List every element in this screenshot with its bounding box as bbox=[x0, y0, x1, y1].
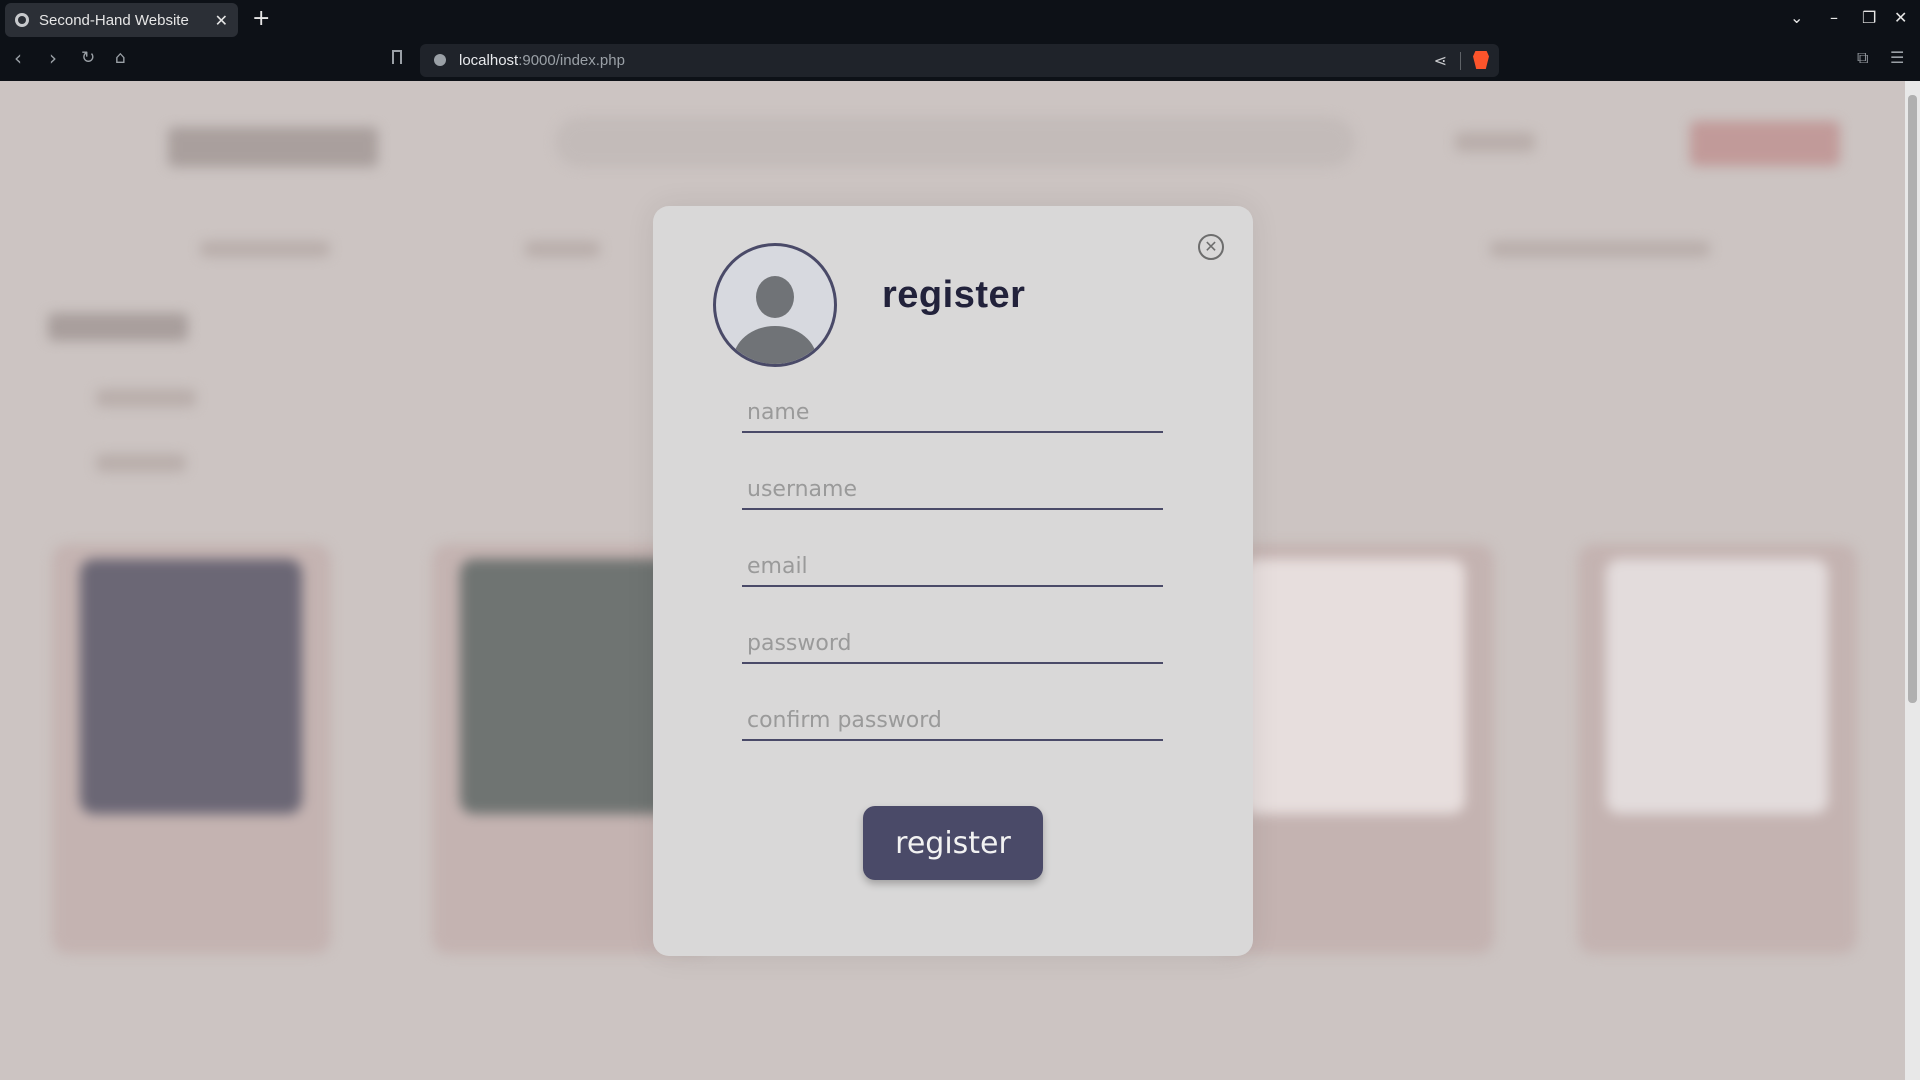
name-field[interactable] bbox=[742, 393, 1163, 433]
product-image bbox=[80, 559, 302, 814]
reload-icon[interactable]: ↻ bbox=[81, 48, 95, 68]
username-field[interactable] bbox=[742, 470, 1163, 510]
page-scrollbar[interactable] bbox=[1905, 81, 1920, 1080]
scrollbar-thumb[interactable] bbox=[1908, 95, 1917, 703]
window-close-icon[interactable]: ✕ bbox=[1894, 8, 1907, 27]
product-image bbox=[1606, 559, 1828, 814]
nav-link bbox=[200, 241, 330, 257]
brave-shield-icon[interactable] bbox=[1473, 51, 1489, 69]
section-heading bbox=[48, 313, 188, 341]
globe-icon bbox=[15, 13, 29, 27]
product-card bbox=[52, 544, 331, 954]
browser-tab-bar: Second-Hand Website ✕ + ⌄ – ❐ ✕ bbox=[0, 0, 1920, 40]
tab-list-chevron-icon[interactable]: ⌄ bbox=[1790, 8, 1803, 27]
new-tab-button[interactable]: + bbox=[252, 6, 270, 31]
browser-toolbar: ‹ › ↻ ⌂ localhost:9000/index.php ⋖ ⧉ ☰ bbox=[0, 40, 1920, 81]
product-card bbox=[1215, 544, 1494, 954]
maximize-icon[interactable]: ❐ bbox=[1862, 8, 1876, 27]
bookmark-icon[interactable] bbox=[392, 50, 402, 64]
site-search-bar bbox=[555, 117, 1355, 167]
register-link bbox=[1690, 121, 1840, 166]
forward-icon[interactable]: › bbox=[49, 48, 57, 68]
register-modal: register ✕ register bbox=[653, 206, 1253, 956]
menu-icon[interactable]: ☰ bbox=[1890, 48, 1904, 68]
filter-label bbox=[96, 454, 186, 472]
password-field[interactable] bbox=[742, 624, 1163, 664]
product-image bbox=[460, 559, 682, 814]
tab-close-icon[interactable]: ✕ bbox=[215, 11, 228, 30]
url-separator bbox=[1460, 52, 1461, 70]
site-logo bbox=[168, 127, 378, 167]
address-bar[interactable]: localhost:9000/index.php ⋖ bbox=[420, 44, 1499, 77]
url-text[interactable]: localhost:9000/index.php bbox=[459, 52, 625, 69]
email-field[interactable] bbox=[742, 547, 1163, 587]
minimize-icon[interactable]: – bbox=[1830, 8, 1838, 27]
user-avatar-icon bbox=[713, 243, 837, 367]
product-card bbox=[1578, 544, 1857, 954]
product-image bbox=[1243, 559, 1465, 814]
nav-link bbox=[1490, 241, 1710, 257]
back-icon[interactable]: ‹ bbox=[14, 48, 22, 68]
extensions-icon[interactable]: ⧉ bbox=[1857, 48, 1868, 68]
home-icon[interactable]: ⌂ bbox=[115, 48, 126, 68]
avatar-shoulders bbox=[733, 326, 817, 364]
info-icon[interactable] bbox=[434, 54, 446, 66]
login-link bbox=[1455, 132, 1535, 152]
register-button[interactable]: register bbox=[863, 806, 1043, 880]
share-icon[interactable]: ⋖ bbox=[1434, 51, 1447, 70]
confirm-password-field[interactable] bbox=[742, 701, 1163, 741]
tab-title: Second-Hand Website bbox=[39, 11, 189, 29]
filter-label bbox=[96, 389, 196, 407]
browser-tab[interactable]: Second-Hand Website ✕ bbox=[5, 3, 238, 37]
avatar-head bbox=[756, 276, 794, 318]
modal-title: register bbox=[882, 274, 1026, 316]
close-icon[interactable]: ✕ bbox=[1198, 234, 1224, 260]
nav-link bbox=[525, 241, 600, 257]
